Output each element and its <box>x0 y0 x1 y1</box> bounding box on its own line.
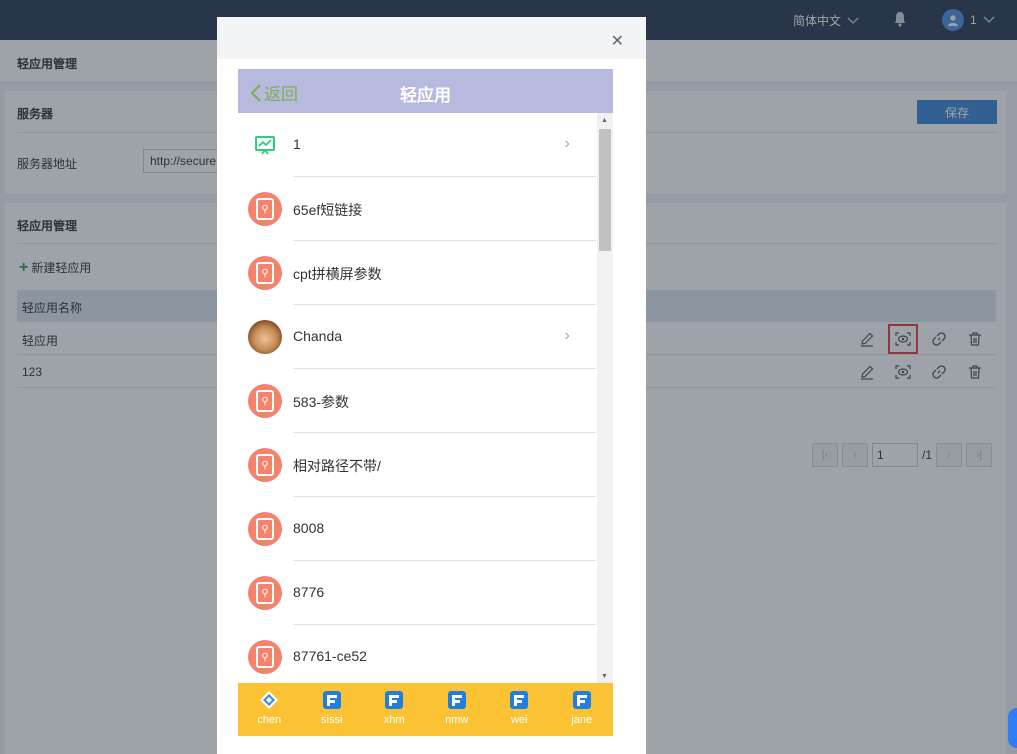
list-item[interactable]: ⚲ 相对路径不带/ <box>238 433 596 497</box>
app-icon <box>385 691 404 709</box>
phone-title: 轻应用 <box>400 86 451 105</box>
close-icon[interactable]: ✕ <box>611 31 624 51</box>
scrollbar-thumb[interactable] <box>599 129 611 251</box>
item-label: 相对路径不带/ <box>293 458 381 474</box>
item-label: cpt拼横屏参数 <box>293 266 382 282</box>
tab-label: jane <box>571 714 593 726</box>
item-label: 1 <box>293 136 301 152</box>
tab-sissi[interactable]: sissi <box>301 683 363 736</box>
bottom-tab-bar: chen sissi xhm nmw wei jane <box>238 683 613 736</box>
list-item[interactable]: ⚲ 8776 <box>238 561 596 625</box>
tab-label: sissi <box>321 714 343 726</box>
tab-label: nmw <box>445 714 469 726</box>
scrollbar[interactable]: ▲ ▼ <box>597 113 613 683</box>
item-label: 8776 <box>293 584 325 600</box>
tab-jane[interactable]: jane <box>551 683 613 736</box>
item-label: Chanda <box>293 328 343 344</box>
list-item[interactable]: ⚲ 65ef短链接 <box>238 177 596 241</box>
link-icon: ⚲ <box>248 256 282 290</box>
list-item[interactable]: ⚲ 8008 <box>238 497 596 561</box>
modal-header: ✕ <box>217 17 646 59</box>
tab-chen[interactable]: chen <box>238 683 300 736</box>
item-label: 583-参数 <box>293 394 350 410</box>
item-label: 87761-ce52 <box>293 648 367 664</box>
link-icon: ⚲ <box>248 576 282 610</box>
tab-label: xhm <box>383 714 405 726</box>
phone-preview: 返回 轻应用 1 › ⚲ 65ef短链接 ⚲ cpt拼横屏参数 Chanda ›… <box>238 69 613 736</box>
tab-label: chen <box>257 714 282 726</box>
tab-xhm[interactable]: xhm <box>363 683 425 736</box>
phone-header: 返回 轻应用 <box>238 69 613 113</box>
list-item[interactable]: Chanda › <box>238 305 596 369</box>
preview-modal: ✕ 返回 轻应用 1 › ⚲ 65ef短链接 ⚲ cpt拼横屏参数 Chanda… <box>217 17 646 754</box>
tab-wei[interactable]: wei <box>488 683 550 736</box>
link-icon: ⚲ <box>248 384 282 418</box>
tab-nmw[interactable]: nmw <box>426 683 488 736</box>
photo-avatar <box>248 320 282 354</box>
item-label: 65ef短链接 <box>293 202 363 218</box>
diamond-logo-icon <box>260 691 279 709</box>
tab-label: wei <box>510 714 528 726</box>
list-item[interactable]: ⚲ 87761-ce52 <box>238 625 596 683</box>
list-item[interactable]: 1 › <box>238 113 596 177</box>
side-floating-button[interactable] <box>1008 708 1017 748</box>
list-item[interactable]: ⚲ cpt拼横屏参数 <box>238 241 596 305</box>
link-icon: ⚲ <box>248 512 282 546</box>
chart-icon <box>248 128 282 162</box>
link-icon: ⚲ <box>248 448 282 482</box>
app-icon <box>510 691 529 709</box>
scroll-down-icon[interactable]: ▼ <box>601 673 608 680</box>
list-item[interactable]: ⚲ 583-参数 <box>238 369 596 433</box>
chevron-right-icon: › <box>564 135 570 152</box>
app-icon <box>322 691 341 709</box>
scroll-up-icon[interactable]: ▲ <box>601 117 608 124</box>
app-icon <box>447 691 466 709</box>
link-icon: ⚲ <box>248 640 282 674</box>
item-label: 8008 <box>293 520 325 536</box>
link-icon: ⚲ <box>248 192 282 226</box>
app-icon <box>572 691 591 709</box>
light-app-list: 1 › ⚲ 65ef短链接 ⚲ cpt拼横屏参数 Chanda › ⚲ 583-… <box>238 113 596 683</box>
chevron-right-icon: › <box>564 327 570 344</box>
